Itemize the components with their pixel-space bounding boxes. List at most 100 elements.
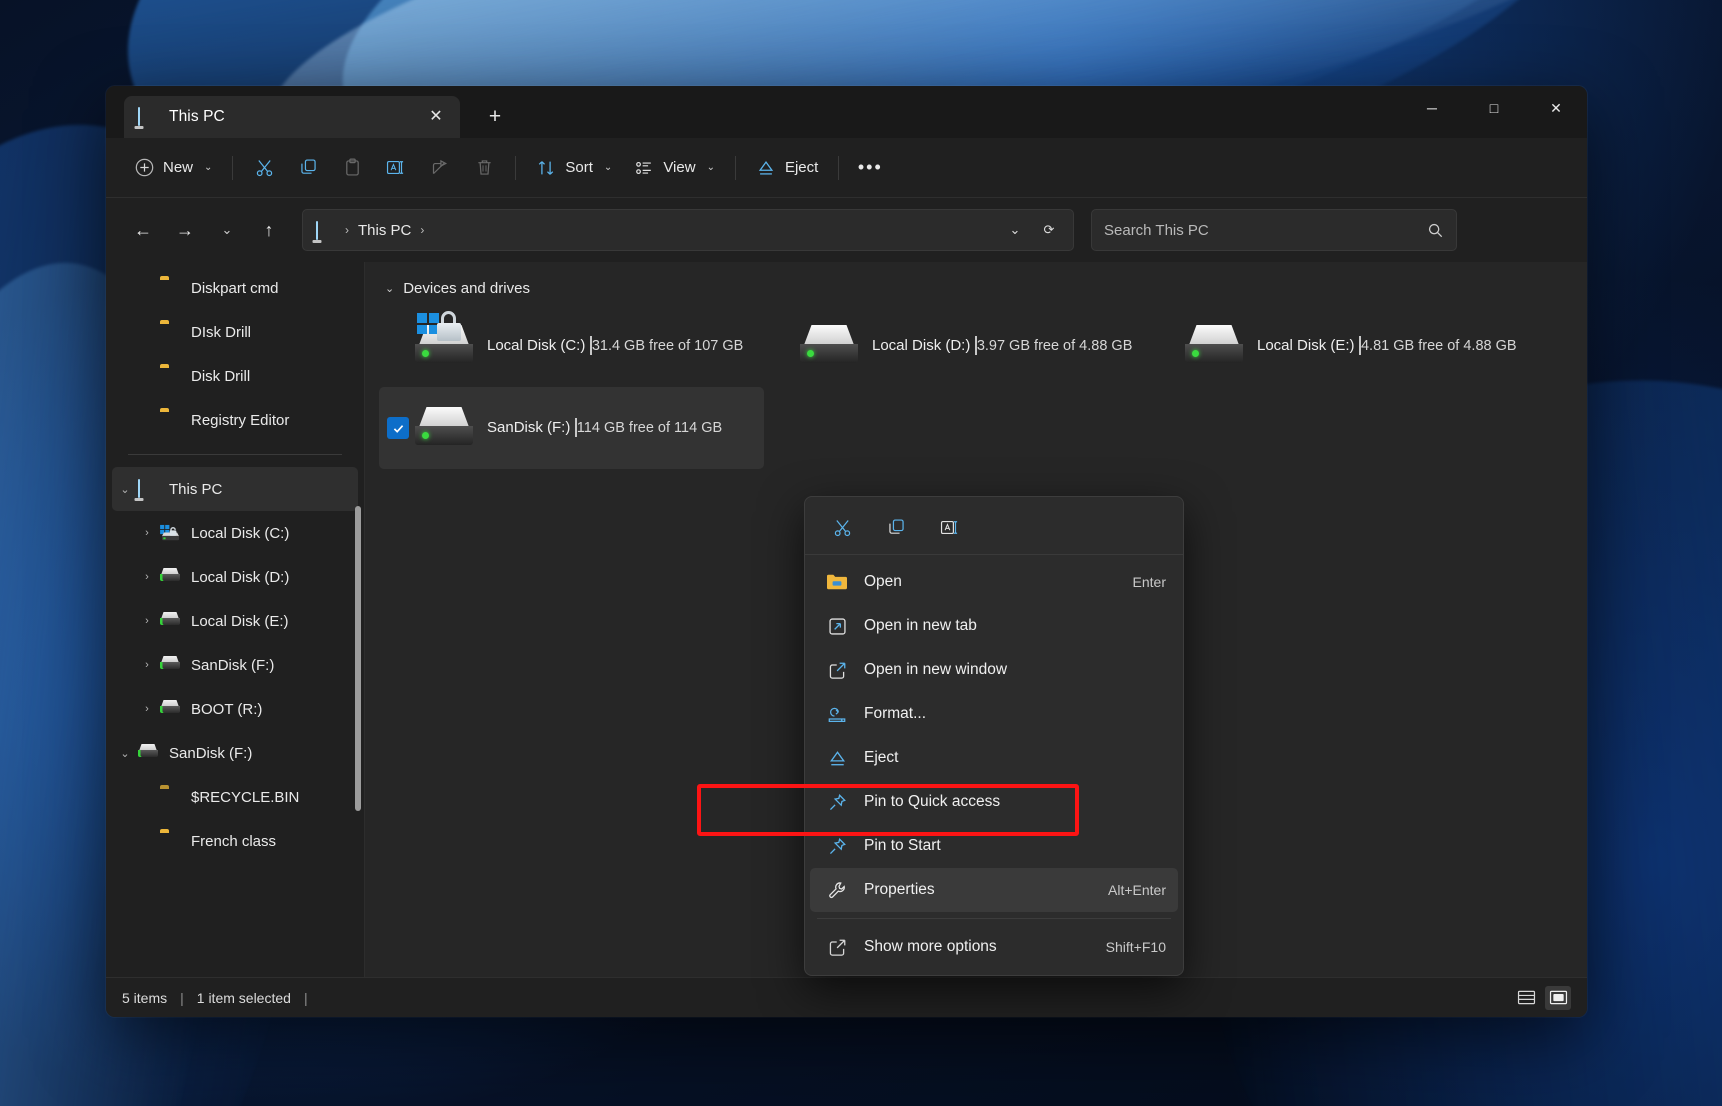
context-menu-item-open[interactable]: Open Enter bbox=[810, 560, 1178, 604]
eject-button[interactable]: Eject bbox=[745, 148, 829, 188]
context-menu-item-open-in-new-window[interactable]: Open in new window bbox=[810, 648, 1178, 692]
sidebar-item-disk-drill-2[interactable]: Disk Drill bbox=[112, 354, 358, 398]
context-menu-item-properties[interactable]: Properties Alt+Enter bbox=[810, 868, 1178, 912]
drive-tile-local-disk-d[interactable]: Local Disk (D:) 3.97 GB free of 4.88 GB bbox=[764, 305, 1149, 387]
address-breadcrumb-bar[interactable]: › This PC › ⌄ ⟳ bbox=[302, 209, 1074, 251]
sort-button[interactable]: Sort ⌄ bbox=[525, 148, 623, 188]
folder-dark-icon bbox=[160, 788, 182, 806]
folder-icon bbox=[160, 832, 182, 850]
context-menu-item-open-in-new-tab[interactable]: Open in new tab bbox=[810, 604, 1178, 648]
sidebar-item-french-class[interactable]: French class bbox=[112, 819, 358, 863]
windows-drive-icon bbox=[160, 524, 182, 542]
sidebar-item-local-disk-e[interactable]: › Local Disk (E:) bbox=[112, 599, 358, 643]
plus-circle-icon bbox=[135, 158, 154, 177]
rename-icon[interactable] bbox=[931, 508, 969, 546]
scissors-icon bbox=[254, 157, 275, 178]
drive-grid: Local Disk (C:) 31.4 GB free of 107 GB bbox=[365, 303, 1587, 469]
sidebar-item-disk-drill-1[interactable]: DIsk Drill bbox=[112, 310, 358, 354]
context-menu-item-format[interactable]: Format... bbox=[810, 692, 1178, 736]
sidebar-item-diskpart-cmd[interactable]: Diskpart cmd bbox=[112, 266, 358, 310]
new-tab-button[interactable]: + bbox=[478, 99, 512, 133]
details-view-icon[interactable] bbox=[1513, 986, 1539, 1010]
search-box[interactable] bbox=[1091, 209, 1457, 251]
close-window-button[interactable]: ✕ bbox=[1525, 86, 1587, 130]
search-input[interactable] bbox=[1104, 222, 1427, 239]
large-icons-view-icon[interactable] bbox=[1545, 986, 1571, 1010]
sidebar-item-this-pc[interactable]: ⌄ This PC bbox=[112, 467, 358, 511]
status-separator: | bbox=[304, 990, 308, 1006]
copy-icon[interactable] bbox=[877, 508, 915, 546]
sidebar-item-boot-r[interactable]: › BOOT (R:) bbox=[112, 687, 358, 731]
chevron-down-icon[interactable]: ⌄ bbox=[112, 747, 138, 760]
recent-locations-button[interactable]: ⌄ bbox=[208, 211, 246, 249]
sidebar-item-local-disk-c[interactable]: › Local Disk (C:) bbox=[112, 511, 358, 555]
capacity-bar bbox=[975, 336, 977, 355]
copy-icon bbox=[298, 157, 319, 178]
breadcrumb-separator: › bbox=[342, 223, 352, 237]
drive-icon bbox=[160, 612, 182, 630]
new-button[interactable]: New ⌄ bbox=[124, 148, 223, 188]
share-button bbox=[418, 148, 462, 188]
chevron-right-icon[interactable]: › bbox=[134, 571, 160, 583]
sidebar-item-label: BOOT (R:) bbox=[191, 701, 262, 718]
chevron-right-icon[interactable]: › bbox=[134, 703, 160, 715]
new-button-label: New bbox=[163, 159, 193, 176]
drive-name: Local Disk (C:) bbox=[487, 337, 585, 354]
view-button[interactable]: View ⌄ bbox=[623, 148, 726, 188]
chevron-down-icon[interactable]: ⌄ bbox=[385, 282, 394, 295]
sort-button-label: Sort bbox=[565, 159, 593, 176]
drive-tile-local-disk-e[interactable]: Local Disk (E:) 4.81 GB free of 4.88 GB bbox=[1149, 305, 1534, 387]
view-icon bbox=[634, 158, 654, 178]
context-menu-item-label: Show more options bbox=[864, 938, 1106, 956]
cut-button[interactable] bbox=[242, 148, 286, 188]
tab-title: This PC bbox=[169, 108, 422, 126]
tab-this-pc[interactable]: This PC ✕ bbox=[124, 96, 460, 138]
sidebar-scrollbar-thumb[interactable] bbox=[355, 506, 361, 811]
rename-button[interactable] bbox=[374, 148, 418, 188]
open-new-tab-icon bbox=[824, 616, 850, 637]
up-button[interactable]: ↑ bbox=[250, 211, 288, 249]
copy-button[interactable] bbox=[286, 148, 330, 188]
sidebar-item-local-disk-d[interactable]: › Local Disk (D:) bbox=[112, 555, 358, 599]
refresh-button[interactable]: ⟳ bbox=[1033, 214, 1065, 246]
minimize-button[interactable]: ─ bbox=[1401, 86, 1463, 130]
breadcrumb-this-pc[interactable]: This PC bbox=[352, 218, 417, 243]
drive-icon bbox=[160, 656, 182, 674]
drive-tile-sandisk-f[interactable]: SanDisk (F:) 114 GB free of 114 GB bbox=[379, 387, 764, 469]
navigation-pane[interactable]: Diskpart cmd DIsk Drill Disk Drill Regis… bbox=[106, 262, 365, 977]
chevron-right-icon[interactable]: › bbox=[134, 527, 160, 539]
status-separator: | bbox=[180, 990, 184, 1006]
selection-checkbox[interactable] bbox=[387, 417, 409, 439]
sidebar-item-sandisk-root[interactable]: ⌄ SanDisk (F:) bbox=[112, 731, 358, 775]
cut-icon[interactable] bbox=[823, 508, 861, 546]
more-options-button[interactable]: ••• bbox=[848, 148, 892, 188]
chevron-right-icon[interactable]: › bbox=[134, 659, 160, 671]
context-menu[interactable]: Open Enter Open in new tab Open in new w… bbox=[804, 496, 1184, 976]
status-bar: 5 items | 1 item selected | bbox=[106, 977, 1587, 1017]
sidebar-item-label: Local Disk (D:) bbox=[191, 569, 289, 586]
context-menu-item-show-more-options[interactable]: Show more options Shift+F10 bbox=[810, 925, 1178, 969]
maximize-button[interactable]: □ bbox=[1463, 86, 1525, 130]
title-bar: This PC ✕ + ─ □ ✕ bbox=[106, 86, 1587, 138]
forward-button[interactable]: → bbox=[166, 211, 204, 249]
context-menu-item-pin-to-start[interactable]: Pin to Start bbox=[810, 824, 1178, 868]
folder-icon bbox=[160, 411, 182, 429]
open-new-window-icon bbox=[824, 660, 850, 681]
sidebar-item-registry-editor[interactable]: Registry Editor bbox=[112, 398, 358, 442]
context-menu-item-pin-to-quick-access[interactable]: Pin to Quick access bbox=[810, 780, 1178, 824]
context-menu-item-eject[interactable]: Eject bbox=[810, 736, 1178, 780]
chevron-right-icon[interactable]: › bbox=[134, 615, 160, 627]
format-icon bbox=[824, 704, 850, 724]
back-button[interactable]: ← bbox=[124, 211, 162, 249]
close-tab-icon[interactable]: ✕ bbox=[422, 103, 450, 131]
sidebar-item-sandisk-f[interactable]: › SanDisk (F:) bbox=[112, 643, 358, 687]
devices-and-drives-group-header[interactable]: ⌄ Devices and drives bbox=[365, 262, 1587, 303]
context-menu-divider bbox=[817, 918, 1171, 919]
sidebar-item-recycle-bin[interactable]: $RECYCLE.BIN bbox=[112, 775, 358, 819]
chevron-down-icon[interactable]: ⌄ bbox=[112, 483, 138, 496]
chevron-down-icon: ⌄ bbox=[707, 162, 715, 173]
view-button-label: View bbox=[663, 159, 695, 176]
context-menu-item-label: Format... bbox=[864, 705, 1166, 723]
address-dropdown-button[interactable]: ⌄ bbox=[999, 214, 1031, 246]
drive-tile-local-disk-c[interactable]: Local Disk (C:) 31.4 GB free of 107 GB bbox=[379, 305, 764, 387]
